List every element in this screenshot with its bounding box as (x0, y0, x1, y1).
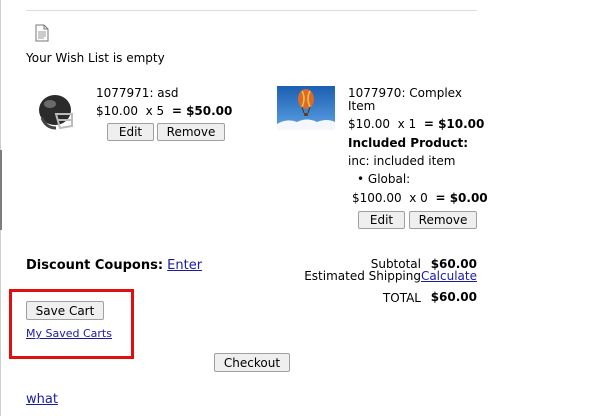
global-price: $100.00 (352, 191, 402, 205)
included-product-heading: Included Product: (348, 136, 469, 150)
item-1-title: 1077971: asd (96, 86, 179, 100)
discount-label: Discount Coupons: (26, 258, 164, 273)
checkout-button[interactable]: Checkout (214, 353, 290, 372)
calculate-shipping-link[interactable]: Calculate (421, 269, 477, 283)
shipping-label: Estimated Shipping (304, 269, 421, 283)
top-divider (26, 10, 477, 11)
total-value: $60.00 (430, 290, 477, 304)
highlight-box (9, 289, 134, 359)
left-scroll-edge (0, 150, 2, 230)
football-helmet-icon (39, 95, 73, 130)
item-2-remove-button[interactable]: Remove (409, 211, 477, 229)
item-2-price: $10.00 (348, 117, 390, 131)
item-2-qty: x 1 (397, 117, 417, 131)
what-link[interactable]: what (26, 392, 58, 407)
item-2-title-line1: 1077970: Complex (348, 86, 462, 100)
wishlist-empty-text: Your Wish List is empty (26, 51, 165, 65)
item-2-total: = $10.00 (423, 117, 485, 131)
global-label: • Global: (357, 172, 411, 186)
global-qty: x 0 (409, 191, 428, 205)
global-pricing: $100.00 x 0 = $0.00 (352, 191, 488, 205)
item-2-edit-button[interactable]: Edit (358, 211, 405, 229)
global-total: = $0.00 (435, 191, 488, 205)
item-1-pricing: $10.00 x 5 = $50.00 (96, 104, 232, 118)
hot-air-balloon-image (277, 86, 335, 130)
discount-coupons: Discount Coupons: Enter (26, 258, 202, 273)
item-1-qty: x 5 (145, 104, 165, 118)
item-2-pricing: $10.00 x 1 = $10.00 (348, 117, 484, 131)
save-cart-button[interactable]: Save Cart (26, 301, 104, 320)
item-1-edit-button[interactable]: Edit (107, 123, 154, 141)
item-2-title-line2: Item (348, 99, 376, 113)
my-saved-carts-link[interactable]: My Saved Carts (26, 327, 112, 340)
total-label: TOTAL (382, 291, 421, 305)
discount-enter-link[interactable]: Enter (167, 258, 202, 273)
item-1-remove-button[interactable]: Remove (157, 123, 225, 141)
included-item-text: inc: included item (348, 154, 456, 168)
item-1-price: $10.00 (96, 104, 138, 118)
document-icon (35, 24, 49, 42)
item-1-total: = $50.00 (171, 104, 233, 118)
